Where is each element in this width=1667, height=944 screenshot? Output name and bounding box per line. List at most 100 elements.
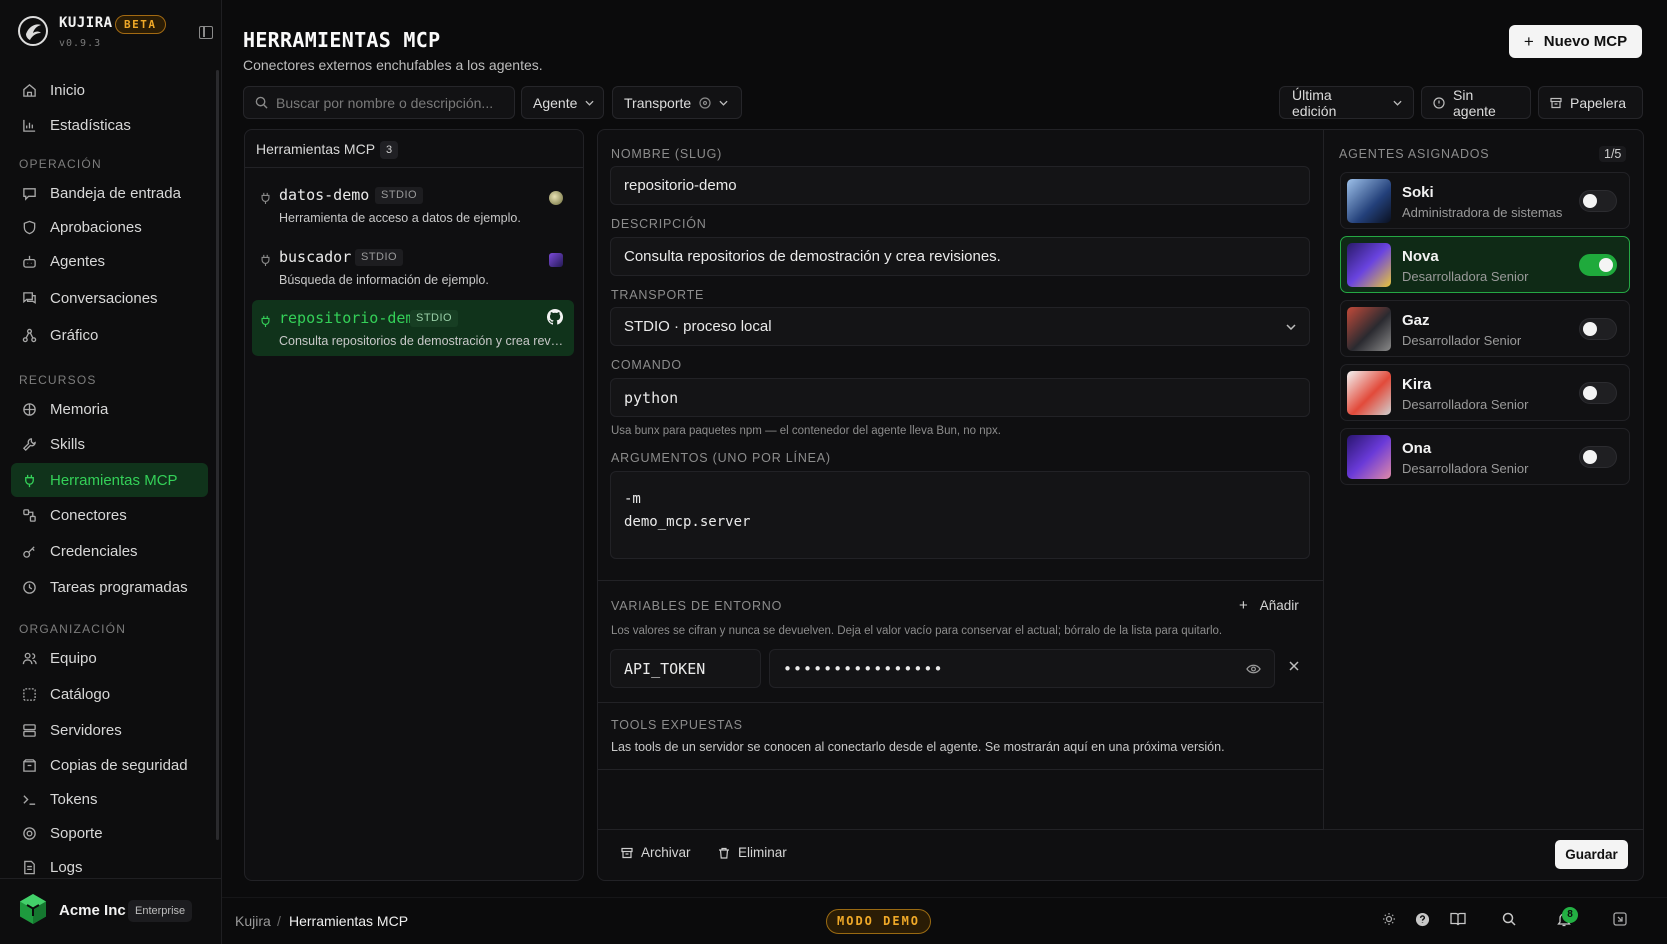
list-item-buscador[interactable]: buscador STDIO Búsqueda de información d… — [252, 239, 574, 295]
sidebar-item-bandeja[interactable]: Bandeja de entrada — [11, 176, 208, 210]
agent-card-gaz[interactable]: Gaz Desarrollador Senior — [1340, 300, 1630, 357]
sidebar-item-label: Catálogo — [50, 685, 111, 703]
exit-icon[interactable] — [1613, 912, 1627, 926]
no-agent-filter[interactable]: Sin agente — [1421, 86, 1531, 119]
sidebar-item-label: Servidores — [50, 721, 122, 739]
archive-button[interactable]: Archivar — [621, 845, 691, 860]
search-input[interactable]: Buscar por nombre o descripción... — [243, 86, 515, 119]
sidebar-item-tokens[interactable]: Tokens — [11, 782, 208, 816]
tools-text: Las tools de un servidor se conocen al c… — [611, 740, 1225, 754]
agent-card-soki[interactable]: Soki Administradora de sistemas — [1340, 172, 1630, 229]
name-value: repositorio-demo — [624, 177, 737, 194]
sidebar-scrollbar[interactable] — [216, 70, 219, 840]
sidebar-item-servidores[interactable]: Servidores — [11, 713, 208, 747]
agent-role: Desarrolladora Senior — [1402, 269, 1529, 284]
agent-card-kira[interactable]: Kira Desarrolladora Senior — [1340, 364, 1630, 421]
args-textarea[interactable]: -m demo_mcp.server — [610, 471, 1310, 559]
transport-select[interactable]: STDIO · proceso local — [610, 307, 1310, 346]
sidebar-item-memoria[interactable]: Memoria — [11, 392, 208, 426]
sidebar-item-label: Logs — [50, 858, 83, 876]
sidebar-item-label: Conectores — [50, 506, 127, 524]
agents-title: AGENTES ASIGNADOS — [1339, 147, 1490, 161]
sidebar-item-conectores[interactable]: Conectores — [11, 498, 208, 532]
docs-book-icon[interactable] — [1450, 912, 1466, 926]
sidebar-item-conversaciones[interactable]: Conversaciones — [11, 281, 208, 315]
list-count-badge: 3 — [380, 141, 398, 159]
page-subtitle: Conectores externos enchufables a los ag… — [243, 57, 543, 73]
sidebar-item-credenciales[interactable]: Credenciales — [11, 534, 208, 568]
add-env-button[interactable]: + Añadir — [1239, 597, 1299, 614]
sidebar-item-copias[interactable]: Copias de seguridad — [11, 748, 208, 782]
sidebar-item-soporte[interactable]: Soporte — [11, 816, 208, 850]
sidebar-item-skills[interactable]: Skills — [11, 427, 208, 461]
command-input[interactable]: python — [610, 378, 1310, 417]
agent-card-nova[interactable]: Nova Desarrolladora Senior — [1340, 236, 1630, 293]
circle-info-icon — [1433, 96, 1445, 109]
help-icon[interactable] — [1415, 912, 1430, 927]
sidebar-item-label: Conversaciones — [50, 289, 158, 307]
list-item-datos-demo[interactable]: datos-demo STDIO Herramienta de acceso a… — [252, 177, 574, 233]
agents-count: 1/5 — [1599, 146, 1627, 162]
sidebar-item-tareas[interactable]: Tareas programadas — [11, 570, 208, 604]
shield-icon — [21, 219, 37, 235]
sidebar-item-label: Agentes — [50, 252, 106, 270]
trash-icon — [1550, 97, 1562, 109]
search-icon[interactable] — [1502, 912, 1516, 926]
home-icon — [21, 82, 37, 98]
tools-label: TOOLS EXPUESTAS — [611, 718, 743, 732]
transport-tag: STDIO — [375, 187, 424, 204]
delete-button[interactable]: Eliminar — [718, 845, 787, 860]
env-key-input[interactable]: API_TOKEN — [610, 649, 761, 688]
transport-tag: STDIO — [355, 249, 404, 266]
page-title: HERRAMIENTAS MCP — [243, 28, 441, 52]
backup-icon — [21, 757, 37, 773]
sidebar-item-mcp[interactable]: Herramientas MCP — [11, 463, 208, 497]
theme-sun-icon[interactable] — [1382, 912, 1396, 926]
sidebar-item-grafico[interactable]: Gráfico — [11, 318, 208, 352]
plus-icon: + — [1239, 597, 1248, 614]
agent-toggle[interactable] — [1579, 318, 1617, 340]
sidebar-item-label: Memoria — [50, 400, 109, 418]
trash-button[interactable]: Papelera — [1538, 86, 1643, 119]
sort-dropdown[interactable]: Última edición — [1279, 86, 1414, 119]
agent-card-ona[interactable]: Ona Desarrolladora Senior — [1340, 428, 1630, 485]
sidebar-collapse-icon[interactable] — [199, 26, 213, 39]
sidebar-item-equipo[interactable]: Equipo — [11, 641, 208, 675]
graph-icon — [21, 327, 37, 343]
agent-filter-dropdown[interactable]: Agente — [521, 86, 604, 119]
eye-icon[interactable] — [1246, 664, 1261, 674]
remove-env-icon[interactable] — [1289, 661, 1299, 671]
transport-value: STDIO · proceso local — [624, 318, 772, 335]
breadcrumb-current: Herramientas MCP — [289, 913, 409, 929]
sidebar-item-inicio[interactable]: Inicio — [11, 73, 208, 107]
sidebar-item-estadisticas[interactable]: Estadísticas — [11, 108, 208, 142]
sidebar-item-label: Skills — [50, 435, 86, 453]
agent-toggle[interactable] — [1579, 382, 1617, 404]
transport-filter-dropdown[interactable]: Transporte — [612, 86, 742, 119]
list-item-repositorio-demo[interactable]: repositorio-demo STDIO Consulta reposito… — [252, 300, 574, 356]
no-agent-label: Sin agente — [1453, 86, 1496, 119]
plug-icon — [260, 192, 271, 204]
agent-toggle[interactable] — [1579, 190, 1617, 212]
plug-icon — [260, 254, 271, 266]
new-mcp-button[interactable]: + Nuevo MCP — [1509, 25, 1642, 58]
mcp-description: Consulta repositorios de demostración y … — [279, 334, 564, 348]
save-button[interactable]: Guardar — [1555, 840, 1628, 869]
agent-toggle[interactable] — [1579, 446, 1617, 468]
wrench-icon — [21, 436, 37, 452]
agent-role: Desarrollador Senior — [1402, 333, 1522, 348]
breadcrumb-root[interactable]: Kujira — [235, 913, 271, 929]
env-hint: Los valores se cifran y nunca se devuelv… — [611, 625, 1223, 637]
agent-toggle[interactable] — [1579, 254, 1617, 276]
description-value: Consulta repositorios de demostración y … — [624, 248, 1001, 265]
section-divider — [598, 769, 1323, 770]
sidebar-item-agentes[interactable]: Agentes — [11, 244, 208, 278]
description-input[interactable]: Consulta repositorios de demostración y … — [610, 237, 1310, 276]
sidebar-item-aprobaciones[interactable]: Aprobaciones — [11, 210, 208, 244]
agent-name: Soki — [1402, 184, 1434, 201]
sidebar-item-catalogo[interactable]: Catálogo — [11, 677, 208, 711]
args-label: ARGUMENTOS (UNO POR LÍNEA) — [611, 451, 831, 465]
name-input[interactable]: repositorio-demo — [610, 166, 1310, 205]
env-value-input[interactable]: •••••••••••••••• — [769, 649, 1275, 688]
sort-label: Última edición — [1292, 86, 1337, 119]
